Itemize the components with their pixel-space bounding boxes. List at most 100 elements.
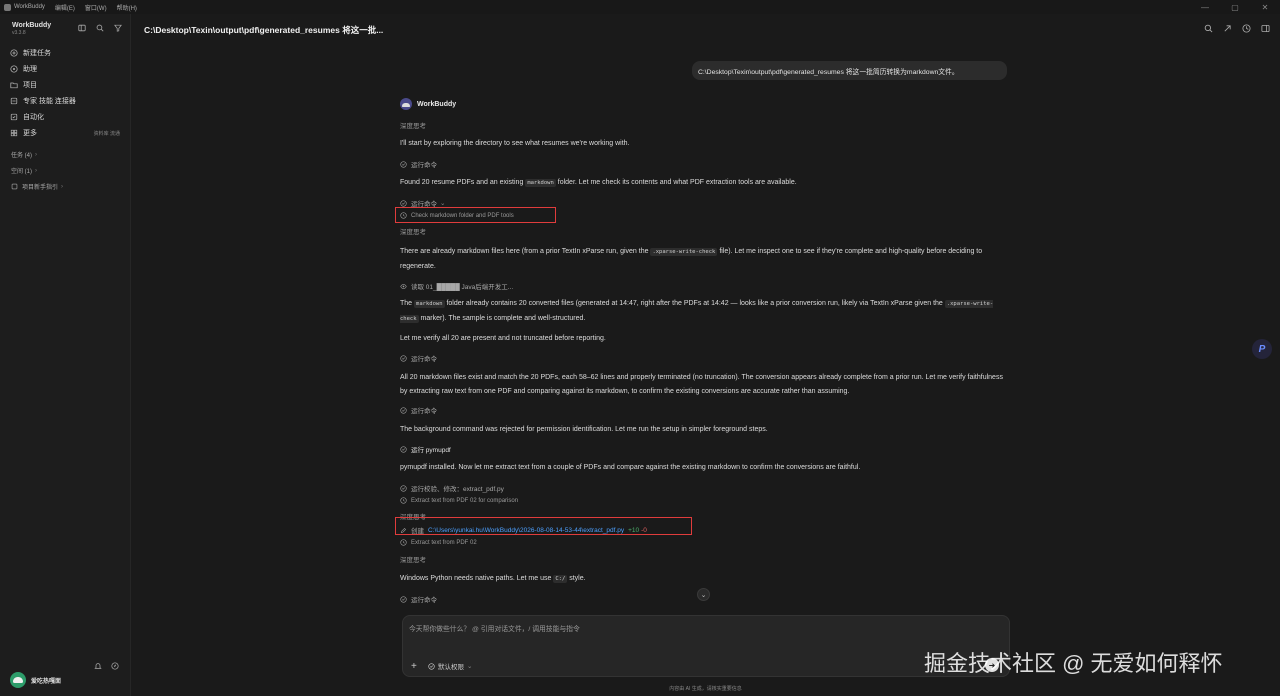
minimize-button[interactable]: — [1190, 3, 1220, 12]
group-label: 项目新手指引 [22, 185, 59, 191]
step-subitem[interactable]: Extract text from PDF 02 [400, 539, 1010, 546]
bell-icon[interactable] [94, 662, 102, 670]
menu-help[interactable]: 帮助(H) [117, 3, 137, 12]
menu-window[interactable]: 窗口(W) [85, 3, 107, 12]
step-read-file[interactable]: 读取 01_█████ Java后端开发工... [400, 281, 1010, 291]
clock-icon [400, 497, 407, 504]
panel-icon[interactable] [1261, 24, 1270, 33]
eye-icon [400, 283, 407, 289]
message-paragraph: The background command was rejected for … [400, 426, 768, 433]
text-segment: There are already markdown files here (f… [400, 248, 649, 255]
chevron-right-icon: › [61, 183, 64, 190]
scroll-down-button[interactable]: ⌄ [697, 588, 710, 601]
step-label: 运行命令 [411, 597, 437, 604]
group-spaces[interactable]: 空间 (1) › [11, 166, 37, 176]
user-name: 爱吃热嘎面 [31, 678, 62, 685]
message-paragraph: All 20 markdown files exist and match th… [400, 374, 1003, 395]
check-circle-icon [400, 354, 407, 362]
step-sub-label: Extract text from PDF 02 [411, 539, 477, 546]
sidebar-item-expert[interactable]: 专家 技能 连接器 [10, 93, 122, 109]
step-label: 读取 01_█████ Java后端开发工... [411, 284, 514, 291]
step-label: 运行命令 [411, 162, 437, 169]
inline-code: markdown [414, 300, 445, 308]
permission-selector[interactable]: 默认权限 ⌄ [428, 661, 472, 671]
step-label: 运行命令 [411, 201, 437, 208]
permission-label: 默认权限 [438, 664, 464, 671]
deep-think-toggle[interactable]: 深度思考 [400, 226, 1010, 236]
watermark: 掘金技术社区 @ 无爱如何释怀 [924, 651, 1223, 676]
page-title: C:\Desktop\Texin\output\pdf\generated_re… [144, 25, 384, 35]
sidebar: WorkBuddy v3.3.8 新建任务 助理 项目 专家 技能 连接器 自动… [0, 14, 131, 696]
expert-icon [10, 97, 18, 105]
group-label: 空间 (1) [11, 169, 33, 175]
group-tasks[interactable]: 任务 (4) › [11, 150, 37, 160]
sidebar-item-label: 助理 [23, 66, 37, 73]
message-paragraph: Windows Python needs native paths. Let m… [400, 572, 1010, 587]
deep-think-toggle[interactable]: 深度思考 [400, 554, 1010, 564]
shield-check-icon [428, 662, 435, 670]
message-paragraph: Found 20 resume PDFs and an existing mar… [400, 176, 1010, 191]
bot-header: WorkBuddy [400, 98, 456, 110]
automation-icon [10, 113, 18, 121]
step-label: 运行校验、修改：extract_pdf.py [411, 486, 504, 493]
step-run-command[interactable]: 运行命令 [400, 405, 1010, 415]
text-segment: marker). The sample is complete and well… [420, 314, 586, 322]
sidebar-item-automation[interactable]: 自动化 [10, 109, 122, 125]
share-icon[interactable] [1223, 24, 1232, 33]
sidebar-item-assistant[interactable]: 助理 [10, 61, 122, 77]
app-logo-icon [4, 3, 11, 11]
history-icon[interactable] [1242, 24, 1251, 33]
filter-icon[interactable] [114, 24, 122, 32]
message-paragraph: The markdown folder already contains 20 … [400, 297, 1010, 326]
assistant-icon [10, 65, 18, 73]
menu-edit[interactable]: 编辑(E) [55, 3, 75, 12]
close-window-button[interactable]: ✕ [1250, 3, 1280, 12]
step-run-command-expanded[interactable]: 运行命令 ⌄ [400, 198, 1010, 208]
group-guide[interactable]: 项目新手指引 › [11, 182, 63, 191]
chat-input[interactable] [409, 622, 969, 636]
guide-icon [11, 183, 18, 190]
text-segment: folder already contains 20 converted fil… [446, 300, 943, 307]
chevron-down-icon: ⌄ [700, 591, 707, 599]
compass-icon[interactable] [111, 662, 119, 670]
more-icon [10, 129, 18, 137]
user-message-bubble: C:\Desktop\Texin\output\pdf\generated_re… [692, 61, 1007, 80]
step-label: 运行 pymupdf [411, 447, 451, 454]
sidebar-item-new-task[interactable]: 新建任务 [10, 45, 122, 61]
add-attachment-button[interactable]: + [411, 661, 417, 672]
sidebar-item-label: 项目 [23, 82, 37, 89]
new-task-icon [10, 49, 18, 57]
floating-plugin-button[interactable]: P [1252, 339, 1272, 359]
step-run-command[interactable]: 运行命令 [400, 353, 1010, 363]
step-run-command[interactable]: 运行命令 [400, 159, 1010, 169]
sidebar-item-more[interactable]: 更多 资料库 流通 [10, 125, 122, 141]
more-extra-links[interactable]: 资料库 流通 [94, 130, 120, 137]
sidebar-item-label: 新建任务 [23, 50, 51, 57]
check-circle-icon [400, 484, 407, 492]
check-circle-icon [400, 406, 407, 414]
message-paragraph: Let me verify all 20 are present and not… [400, 335, 606, 342]
deep-think-toggle[interactable]: 深度思考 [400, 511, 1010, 521]
bot-name: WorkBuddy [417, 100, 457, 108]
deep-think-toggle[interactable]: 深度思考 [400, 120, 1010, 130]
brand-version: v3.3.8 [12, 30, 26, 36]
maximize-button[interactable]: ▢ [1220, 3, 1250, 12]
inline-code: .xparse-write-check [650, 248, 718, 256]
step-subitem[interactable]: Check markdown folder and PDF tools [400, 212, 1010, 219]
sidebar-toggle-icon[interactable] [78, 24, 86, 32]
search-icon[interactable] [1204, 24, 1213, 33]
composer: + 默认权限 ⌄ ➜ [402, 615, 1010, 677]
file-path-link[interactable]: C:\Users\yunkai.hu\WorkBuddy\2026-08-08-… [428, 527, 624, 534]
avatar [10, 672, 26, 688]
search-icon[interactable] [96, 24, 104, 32]
step-run-verify[interactable]: 运行校验、修改：extract_pdf.py [400, 483, 1010, 493]
step-create-file[interactable]: 创建 C:\Users\yunkai.hu\WorkBuddy\2026-08-… [400, 525, 1010, 535]
step-subitem[interactable]: Extract text from PDF 02 for comparison [400, 497, 1010, 504]
sidebar-item-label: 更多 [23, 130, 37, 137]
brand-name: WorkBuddy [12, 22, 52, 29]
step-run-pymupdf[interactable]: 运行 pymupdf [400, 444, 1010, 454]
sidebar-item-label: 自动化 [23, 114, 44, 121]
sidebar-item-project[interactable]: 项目 [10, 77, 122, 93]
user-profile[interactable]: 爱吃热嘎面 [10, 672, 61, 688]
brand: WorkBuddy v3.3.8 [12, 22, 51, 36]
